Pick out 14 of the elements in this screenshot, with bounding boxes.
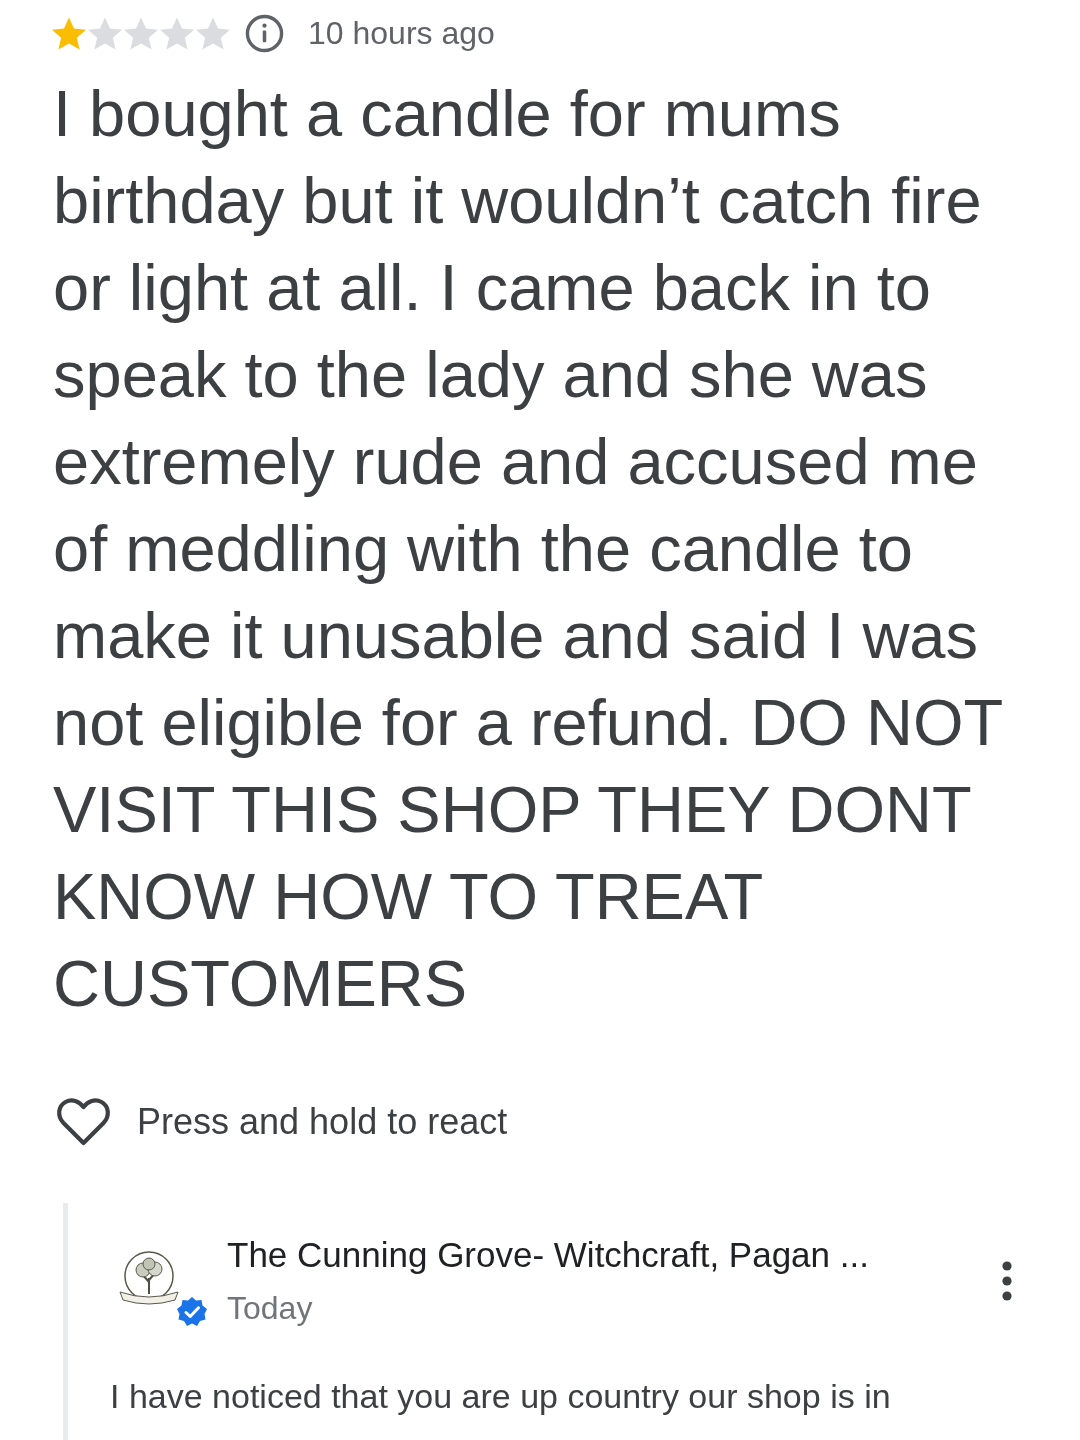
empty-star-icon <box>124 16 158 50</box>
empty-star-icon <box>88 16 122 50</box>
owner-name: The Cunning Grove- Witchcraft, Pagan ... <box>227 1234 869 1276</box>
filled-star-icon <box>52 16 86 50</box>
empty-star-icon <box>160 16 194 50</box>
reply-time: Today <box>227 1289 313 1328</box>
info-icon[interactable] <box>245 13 284 53</box>
heart-icon[interactable] <box>56 1097 111 1147</box>
react-hint: Press and hold to react <box>137 1101 508 1143</box>
empty-star-icon <box>196 16 230 50</box>
reply-text: I have noticed that you are up country our shop is in <box>110 1376 891 1417</box>
more-options-icon[interactable] <box>1001 1260 1013 1301</box>
review-time: 10 hours ago <box>308 14 495 52</box>
review-text: I bought a candle for mums birthday but it wouldn’t catch fire or light at all. I came back in to speak to the lady and she was extremely rude and accused me of meddling with the candle to make it unusable and said I was not eligible for a refund. DO NOT VISIT THIS SHOP THEY DONT KNOW HOW TO TREAT CUSTOMERS <box>53 76 1003 1022</box>
